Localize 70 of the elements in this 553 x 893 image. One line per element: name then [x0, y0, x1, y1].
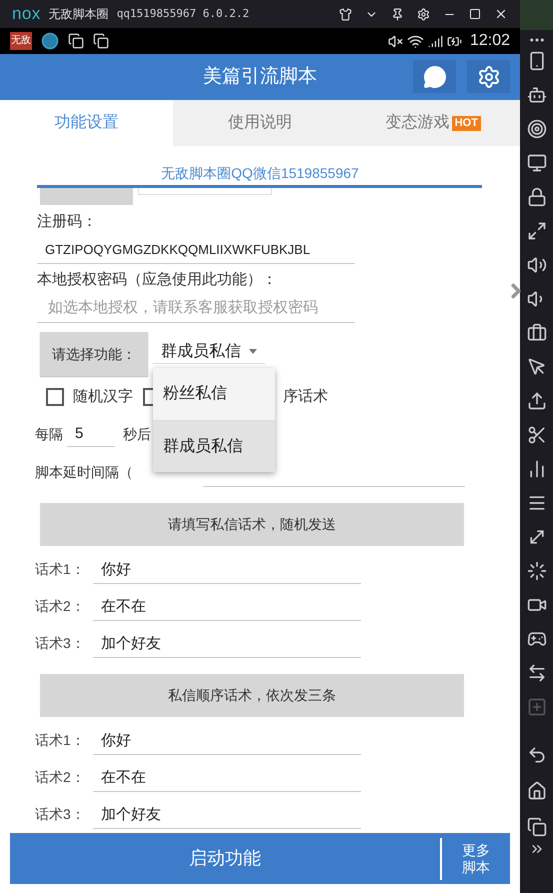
function-dropdown[interactable]: 群成员私信	[153, 340, 265, 364]
checkbox-label: 随机汉字	[73, 386, 133, 407]
script-field[interactable]: 加个好友	[93, 800, 361, 829]
mouse-icon[interactable]	[526, 357, 546, 377]
app-title: 美篇引流脚本	[202, 64, 318, 89]
local-auth-label: 本地授权密码（应急使用此功能）：	[37, 270, 278, 290]
dropdown-option[interactable]: 粉丝私信	[153, 368, 275, 420]
settings-icon[interactable]	[417, 8, 430, 21]
app-circle-icon	[41, 32, 59, 50]
scissors-icon[interactable]	[526, 425, 546, 445]
monitor-icon[interactable]	[526, 153, 546, 173]
function-button[interactable]: 请选择功能：	[40, 332, 148, 376]
mute-icon	[388, 34, 403, 48]
shirt-icon[interactable]	[339, 8, 352, 21]
window-info: qq1519855967 6.0.2.2	[116, 6, 250, 22]
swap-icon[interactable]	[526, 663, 546, 683]
app-sync-icon	[93, 33, 109, 49]
home-icon[interactable]	[526, 781, 546, 801]
script-field[interactable]: 在不在	[93, 764, 361, 792]
toolbox-icon[interactable]	[526, 323, 546, 343]
start-button[interactable]: 启动功能	[10, 833, 440, 884]
delay-label: 脚本延时间隔（	[35, 463, 133, 482]
script-field[interactable]: 在不在	[93, 592, 361, 621]
checkbox-label: 序话术	[283, 386, 328, 407]
checkbox[interactable]	[46, 388, 64, 406]
section-header-button[interactable]: 请填写私信话术，随机发送	[40, 503, 464, 546]
local-auth-field[interactable]: 如选本地授权，请联系客服获取授权密码	[37, 293, 355, 324]
script-field[interactable]: 你好	[93, 726, 361, 755]
message-button[interactable]	[413, 60, 456, 94]
script-label: 话术1：	[35, 731, 86, 750]
settings-icon	[476, 64, 500, 89]
section-header-button[interactable]: 私信顺序话术，依次发三条	[40, 674, 464, 718]
signal-icon	[428, 34, 443, 48]
recents-icon[interactable]	[526, 817, 546, 837]
script-label: 话术1：	[35, 560, 86, 580]
banner-text: 无敌脚本圈QQ微信1519855967	[160, 164, 360, 184]
registration-field[interactable]: GTZIPOQYGMGZDKKQQMLIIXWKFUBKJBL	[37, 236, 355, 264]
back-icon[interactable]	[526, 745, 546, 765]
window-title: 无敌脚本圈	[48, 6, 109, 24]
robot-icon[interactable]	[526, 85, 546, 105]
pin-icon[interactable]	[391, 8, 404, 21]
script-label: 话术3：	[35, 634, 86, 654]
script-label: 话术2：	[35, 768, 86, 788]
clock: 12:02	[470, 31, 510, 51]
settings-button[interactable]	[467, 60, 510, 94]
upload-icon[interactable]	[526, 391, 546, 411]
interval-suffix: 秒后	[123, 424, 151, 444]
app-logo: nox	[12, 3, 41, 26]
hot-badge: HOT	[452, 116, 481, 131]
caret-icon	[249, 349, 257, 354]
more-scripts-button[interactable]: 更多脚本	[442, 833, 510, 884]
tab[interactable]: 变态游戏 HOT	[346, 100, 520, 146]
app-badge: 无敌	[10, 32, 32, 50]
interval-label: 每隔	[35, 424, 63, 444]
loader-icon[interactable]	[526, 561, 546, 581]
script-label: 话术3：	[35, 805, 86, 824]
dropdown-option[interactable]: 群成员私信	[153, 420, 275, 472]
lock-icon[interactable]	[526, 187, 546, 207]
script-field[interactable]: 你好	[93, 556, 361, 584]
registration-label: 注册码：	[37, 212, 98, 232]
tab[interactable]: 使用说明	[173, 100, 347, 146]
message-icon	[422, 64, 446, 89]
app-sync-icon	[68, 33, 84, 49]
script-field[interactable]: 加个好友	[93, 630, 361, 658]
volume-up-icon[interactable]	[526, 255, 546, 275]
script-label: 话术2：	[35, 597, 86, 616]
fullscreen-icon[interactable]	[526, 221, 546, 241]
location-icon[interactable]	[526, 119, 546, 139]
maximize-icon[interactable]	[469, 8, 481, 20]
interval-field[interactable]: 5	[67, 421, 115, 448]
